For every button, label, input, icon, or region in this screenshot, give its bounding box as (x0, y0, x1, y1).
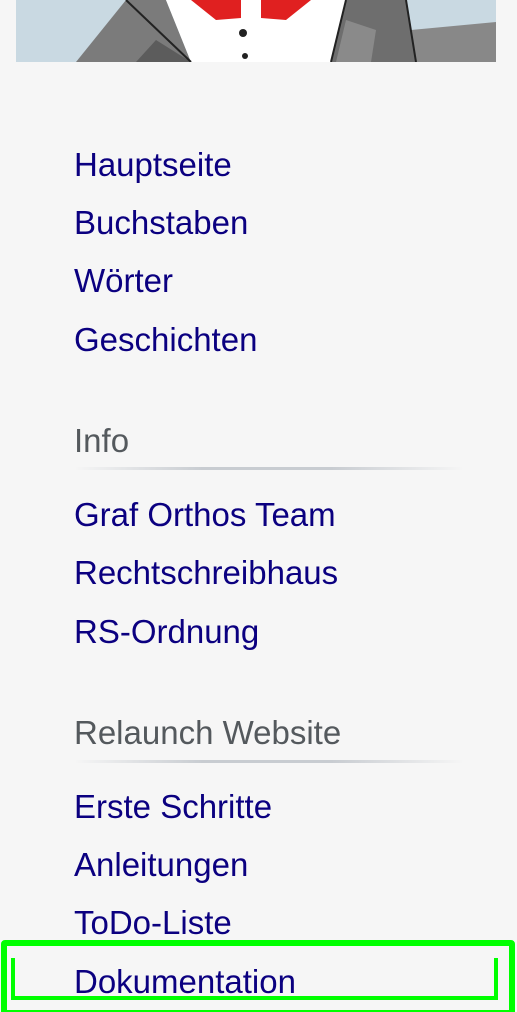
mascot-icon (16, 0, 496, 62)
nav-link-hauptseite[interactable]: Hauptseite (74, 145, 232, 185)
nav-link-anleitungen[interactable]: Anleitungen (74, 845, 248, 885)
nav-link-rechtschreibhaus[interactable]: Rechtschreibhaus (74, 553, 338, 593)
nav-link-graf-orthos-team[interactable]: Graf Orthos Team (74, 495, 336, 535)
relaunch-divider (74, 760, 464, 763)
nav-link-todo-liste[interactable]: ToDo-Liste (74, 903, 232, 943)
site-logo[interactable] (16, 0, 496, 62)
nav-link-geschichten[interactable]: Geschichten (74, 320, 257, 360)
nav-link-erste-schritte[interactable]: Erste Schritte (74, 787, 272, 827)
nav-link-dokumentation[interactable]: Dokumentation (74, 962, 296, 1002)
relaunch-heading: Relaunch Website (74, 714, 342, 751)
info-divider (74, 467, 464, 470)
sidebar: Hauptseite Buchstaben Wörter Geschichten… (0, 0, 517, 1012)
nav-link-rs-ordnung[interactable]: RS-Ordnung (74, 612, 259, 652)
info-heading: Info (74, 422, 130, 459)
nav-link-woerter[interactable]: Wörter (74, 261, 173, 301)
nav-link-buchstaben[interactable]: Buchstaben (74, 203, 248, 243)
